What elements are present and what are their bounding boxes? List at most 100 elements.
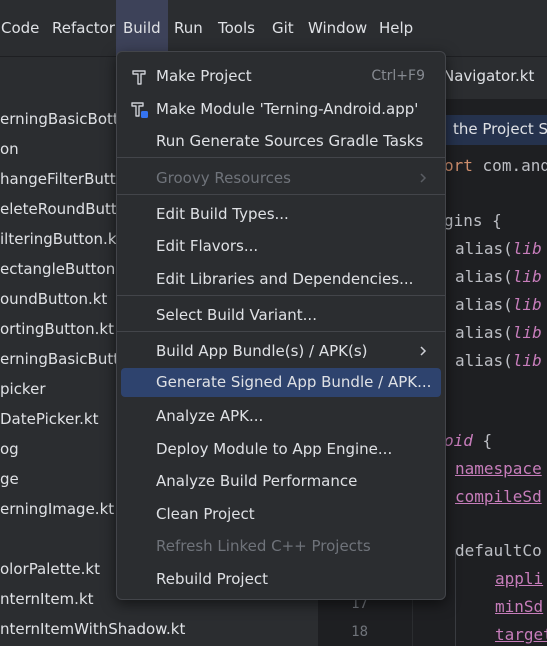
code-token: lib	[512, 351, 542, 370]
code-token: alias(	[455, 323, 513, 342]
tree-item[interactable]: DatePicker.kt	[0, 408, 99, 430]
menu-separator	[117, 295, 445, 296]
menu-item-label: Edit Libraries and Dependencies...	[156, 270, 414, 288]
tree-item[interactable]: erningBasicButto	[0, 348, 128, 370]
tree-item[interactable]: ilteringButton.kt	[0, 228, 122, 250]
tree-item[interactable]: hangeFilterButto	[0, 168, 125, 190]
code-line: oid {	[444, 431, 492, 450]
menu-item-select-build-variant[interactable]: Select Build Variant...	[121, 301, 441, 330]
code-line: minSd	[495, 597, 543, 616]
menu-item-label: Run Generate Sources Gradle Tasks	[156, 132, 424, 150]
menu-item-analyze-apk[interactable]: Analyze APK...	[121, 402, 441, 431]
tree-item[interactable]: nternItemWithShadow.kt	[0, 618, 185, 640]
menu-item-edit-libraries[interactable]: Edit Libraries and Dependencies...	[121, 265, 441, 294]
menu-help[interactable]: Help	[379, 17, 413, 39]
menu-item-clean-project[interactable]: Clean Project	[121, 500, 441, 529]
code-line: namespace	[455, 459, 542, 478]
code-line: appli	[495, 569, 543, 588]
menu-item-edit-build-types[interactable]: Edit Build Types...	[121, 200, 441, 229]
menu-item-make-module[interactable]: Make Module 'Terning-Android.app'	[121, 95, 441, 124]
code-token: alias(	[455, 295, 513, 314]
indent-guide	[455, 549, 456, 646]
tree-item[interactable]: ortingButton.kt	[0, 318, 114, 340]
code-token: compileSd	[455, 487, 542, 506]
menu-run[interactable]: Run	[174, 17, 203, 39]
code-token: namespace	[455, 459, 542, 478]
code-token: alias(	[455, 267, 513, 286]
menu-item-deploy-app-engine[interactable]: Deploy Module to App Engine...	[121, 435, 441, 464]
code-line: alias(lib	[455, 239, 542, 258]
code-line: gins {	[444, 211, 502, 230]
code-token: lib	[512, 267, 542, 286]
code-token: {	[482, 431, 493, 450]
chevron-right-icon	[420, 173, 427, 183]
menu-window[interactable]: Window	[308, 17, 367, 39]
tree-item[interactable]: erningImage.kt	[0, 498, 114, 520]
tree-item[interactable]: on	[0, 138, 19, 160]
menu-item-label: Deploy Module to App Engine...	[156, 440, 393, 458]
menu-item-refresh-cpp: Refresh Linked C++ Projects	[121, 532, 441, 561]
menu-item-label: Select Build Variant...	[156, 306, 317, 324]
banner-text: the Project Str	[453, 120, 547, 138]
hammer-module-icon	[131, 102, 148, 118]
code-line: compileSd	[455, 487, 542, 506]
code-token: target	[495, 625, 547, 644]
code-token: ort	[444, 156, 473, 175]
code-token: alias(	[455, 351, 513, 370]
code-token: lib	[512, 295, 542, 314]
tree-item[interactable]: olorPalette.kt	[0, 558, 100, 580]
menu-item-label: Build App Bundle(s) / APK(s)	[156, 342, 368, 360]
code-line: target	[495, 625, 547, 644]
menu-item-label: Groovy Resources	[156, 169, 291, 187]
code-line: alias(lib	[455, 267, 542, 286]
menu-item-shortcut: Ctrl+F9	[371, 68, 425, 84]
tree-item[interactable]: og	[0, 438, 19, 460]
menu-item-edit-flavors[interactable]: Edit Flavors...	[121, 232, 441, 261]
menu-tools[interactable]: Tools	[218, 17, 255, 39]
menu-item-label: Rebuild Project	[156, 570, 268, 588]
menu-item-label: Make Module 'Terning-Android.app'	[156, 100, 419, 118]
code-line: ort com.and	[444, 156, 547, 175]
code-line: defaultCo	[455, 541, 542, 560]
code-token: alias(	[455, 239, 513, 258]
code-token: lib	[512, 323, 542, 342]
menu-separator	[117, 331, 445, 332]
code-token: minSd	[495, 597, 544, 616]
menu-item-rebuild-project[interactable]: Rebuild Project	[121, 565, 441, 594]
hammer-icon	[132, 70, 146, 85]
menu-item-label: Make Project	[156, 67, 252, 85]
code-token: com.and	[482, 156, 547, 175]
editor-tab[interactable]: Navigator.kt	[443, 67, 534, 85]
tree-item[interactable]: erningBasicBotto	[0, 108, 128, 130]
menu-git[interactable]: Git	[272, 17, 294, 39]
menu-item-label: Analyze APK...	[156, 407, 264, 425]
menu-item-label: Edit Flavors...	[156, 237, 259, 255]
tree-item[interactable]: eleteRoundButto	[0, 198, 126, 220]
menu-item-generate-signed-bundle[interactable]: Generate Signed App Bundle / APK...	[121, 368, 441, 397]
tree-item[interactable]: oundButton.kt	[0, 288, 107, 310]
tree-item[interactable]: picker	[0, 378, 45, 400]
menu-build[interactable]: Build	[116, 0, 168, 56]
menu-item-run-generate-sources[interactable]: Run Generate Sources Gradle Tasks	[121, 127, 441, 156]
code-line: alias(lib	[455, 323, 542, 342]
menu-item-label: Edit Build Types...	[156, 205, 289, 223]
menu-item-analyze-build-performance[interactable]: Analyze Build Performance	[121, 467, 441, 496]
line-number: 18	[351, 624, 368, 640]
menu-item-build-app-bundle[interactable]: Build App Bundle(s) / APK(s)	[121, 337, 441, 366]
tree-item[interactable]: ectangleButton.kt	[0, 258, 135, 280]
tree-item[interactable]: ge	[0, 468, 19, 490]
menu-separator	[117, 157, 445, 158]
build-menu-dropdown: Make Project Ctrl+F9 Make Module 'Ternin…	[116, 51, 446, 600]
tree-item[interactable]: nternItem.kt	[0, 588, 94, 610]
menu-item-label: Analyze Build Performance	[156, 472, 358, 490]
menu-refactor[interactable]: Refactor	[52, 17, 115, 39]
menu-item-groovy-resources: Groovy Resources	[121, 164, 441, 193]
code-token: lib	[512, 239, 542, 258]
menu-bar: Code Refactor Build Run Tools Git Window…	[0, 0, 547, 56]
menu-item-make-project[interactable]: Make Project Ctrl+F9	[121, 62, 441, 91]
chevron-right-icon	[420, 346, 427, 356]
menu-code[interactable]: Code	[1, 17, 39, 39]
code-token: oid	[444, 431, 473, 450]
menu-separator	[117, 194, 445, 195]
code-line: alias(lib	[455, 295, 542, 314]
